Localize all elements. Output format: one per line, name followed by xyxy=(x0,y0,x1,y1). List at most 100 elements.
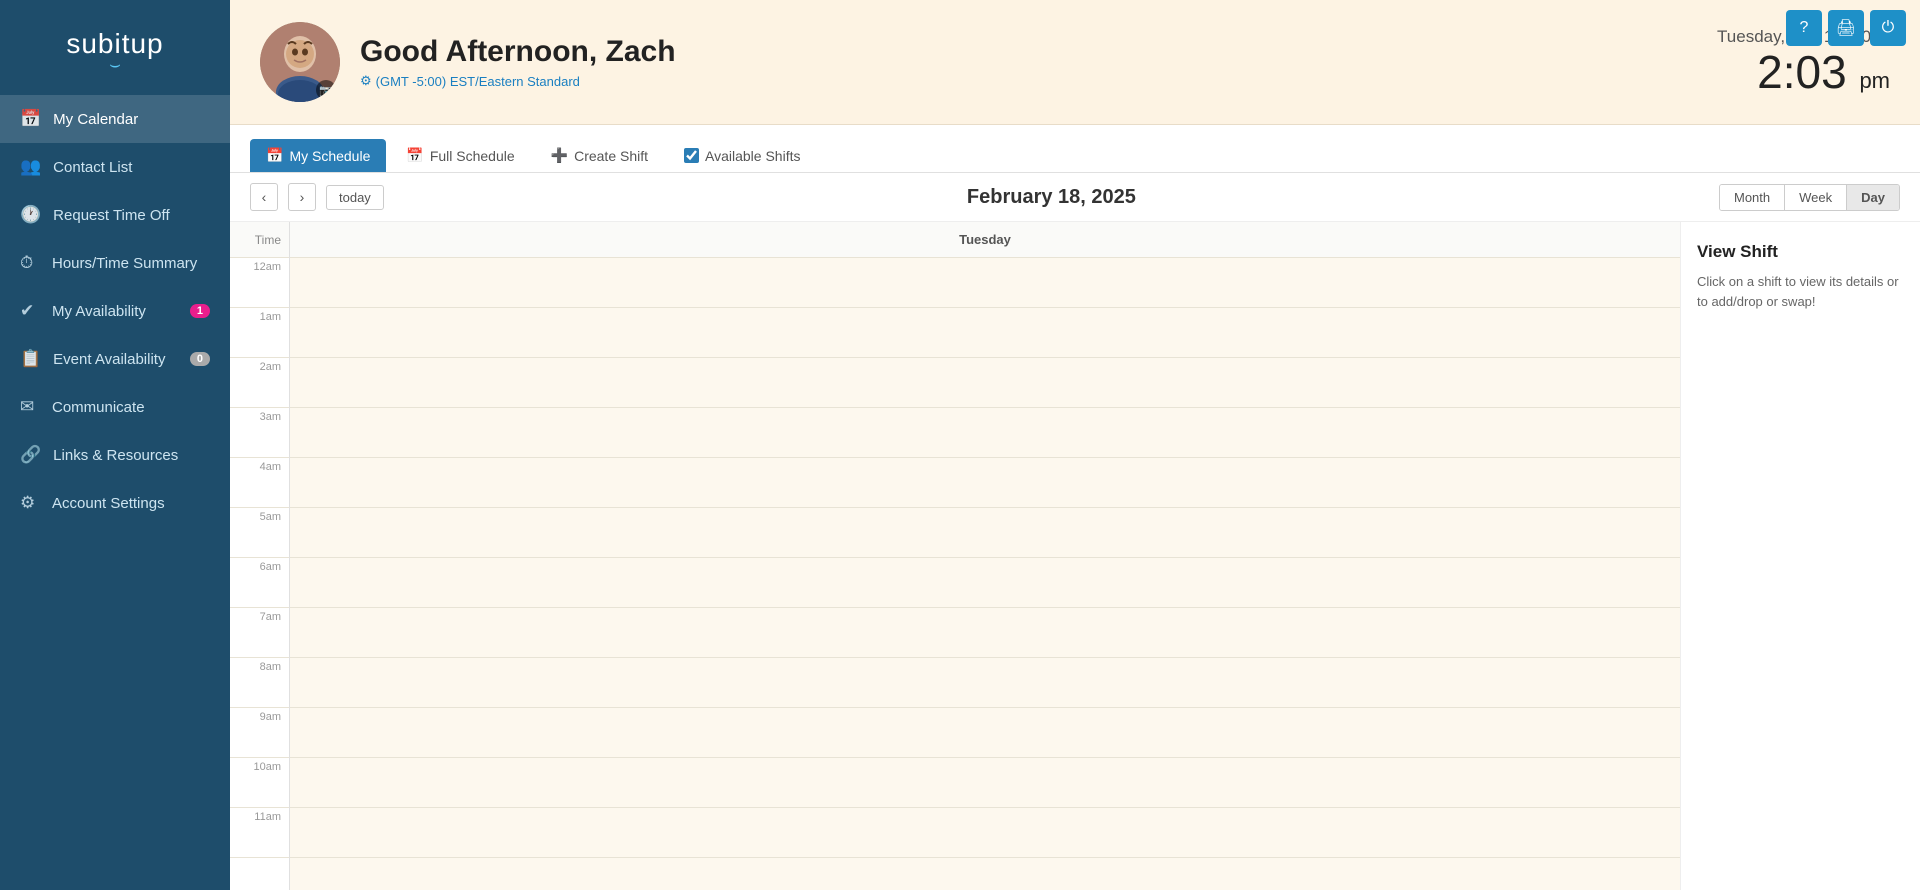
available-shifts-checkbox[interactable] xyxy=(684,148,699,163)
help-button[interactable]: ? xyxy=(1786,10,1822,46)
sidebar: subitup ⌣ 📅 My Calendar 👥 Contact List 🕐Requ… xyxy=(0,0,230,890)
avatar-camera-icon[interactable]: 📷 xyxy=(316,80,336,100)
schedule-area: 📅 My Schedule 📅 Full Schedule ➕ Create S… xyxy=(230,125,1920,890)
prev-arrow[interactable]: ‹ xyxy=(250,183,278,211)
sidebar-logo: subitup ⌣ xyxy=(0,0,230,95)
time-label: Time xyxy=(255,233,281,247)
day-slot[interactable] xyxy=(290,358,1680,408)
time-slot: 9am xyxy=(230,708,289,758)
greeting-text: Good Afternoon, Zach xyxy=(360,35,676,69)
day-slots xyxy=(290,258,1680,858)
avatar-wrap: 📷 xyxy=(260,22,340,102)
sidebar-label-communicate: Communicate xyxy=(52,399,145,416)
main-content: ? 🖨 ⏻ xyxy=(230,0,1920,890)
time-slot: 2am xyxy=(230,358,289,408)
tab-my-schedule[interactable]: 📅 My Schedule xyxy=(250,139,386,172)
view-buttons: MonthWeekDay xyxy=(1719,184,1900,211)
calendar-controls: ‹ › today February 18, 2025 MonthWeekDay xyxy=(230,173,1920,222)
badge-my-availability: 1 xyxy=(190,304,210,318)
greeting-block: Good Afternoon, Zach ⚙ (GMT -5:00) EST/E… xyxy=(360,35,676,89)
communicate-icon: ✉ xyxy=(20,397,40,417)
links-resources-icon: 🔗 xyxy=(20,445,41,465)
event-availability-icon: 📋 xyxy=(20,349,41,369)
sidebar-label-hours-time-summary: Hours/Time Summary xyxy=(52,255,197,272)
today-button[interactable]: today xyxy=(326,185,384,210)
sidebar-item-my-calendar[interactable]: 📅 My Calendar xyxy=(0,95,230,143)
gear-icon: ⚙ xyxy=(360,73,372,89)
day-slot[interactable] xyxy=(290,308,1680,358)
available-shifts-checkbox-label[interactable]: Available Shifts xyxy=(668,139,816,172)
contact-list-icon: 👥 xyxy=(20,157,41,177)
sidebar-nav: 📅 My Calendar 👥 Contact List 🕐Request Time O… xyxy=(0,95,230,527)
time-slot: 12am xyxy=(230,258,289,308)
hours-time-summary-icon: ⏱ xyxy=(20,253,40,273)
badge-event-availability: 0 xyxy=(190,352,210,366)
sidebar-label-my-calendar: My Calendar xyxy=(53,111,138,128)
sidebar-item-contact-list[interactable]: 👥 Contact List xyxy=(0,143,230,191)
tab-full-schedule[interactable]: 📅 Full Schedule xyxy=(390,139,530,172)
sidebar-item-request-time-off[interactable]: 🕐Request Time Off xyxy=(0,191,230,239)
sidebar-item-account-settings[interactable]: ⚙ Account Settings xyxy=(0,479,230,527)
time-slot: 3am xyxy=(230,408,289,458)
tabs-bar: 📅 My Schedule 📅 Full Schedule ➕ Create S… xyxy=(230,125,1920,173)
timezone-label: (GMT -5:00) EST/Eastern Standard xyxy=(376,74,580,89)
day-slot[interactable] xyxy=(290,258,1680,308)
view-btn-day[interactable]: Day xyxy=(1847,185,1899,210)
sidebar-item-event-availability[interactable]: 📋 Event Availability 0 xyxy=(0,335,230,383)
time-header: Time xyxy=(230,222,289,258)
time-slots: 12am1am2am3am4am5am6am7am8am9am10am11am xyxy=(230,258,289,858)
time-slot: 11am xyxy=(230,808,289,858)
calendar-date-title: February 18, 2025 xyxy=(394,186,1709,209)
my-availability-icon: ✔ xyxy=(20,301,40,321)
account-settings-icon: ⚙ xyxy=(20,493,40,513)
sidebar-item-my-availability[interactable]: ✔ My Availability 1 xyxy=(0,287,230,335)
header-left: 📷 Good Afternoon, Zach ⚙ (GMT -5:00) EST… xyxy=(260,22,676,102)
time-slot: 8am xyxy=(230,658,289,708)
topbar: ? 🖨 ⏻ xyxy=(1786,10,1906,46)
time-slot: 6am xyxy=(230,558,289,608)
day-slot[interactable] xyxy=(290,608,1680,658)
print-button[interactable]: 🖨 xyxy=(1828,10,1864,46)
sidebar-label-request-time-off: Request Time Off xyxy=(53,207,169,224)
day-column: Tuesday xyxy=(290,222,1680,890)
sidebar-item-hours-time-summary[interactable]: ⏱ Hours/Time Summary xyxy=(0,239,230,287)
calendar-body: Time 12am1am2am3am4am5am6am7am8am9am10am… xyxy=(230,222,1920,890)
current-time: 2:03 pm xyxy=(1717,47,1890,98)
view-shift-description: Click on a shift to view its details or … xyxy=(1697,272,1904,311)
plus-icon: ➕ xyxy=(551,147,568,164)
tab-create-shift[interactable]: ➕ Create Shift xyxy=(535,139,664,172)
calendar-grid[interactable]: Time 12am1am2am3am4am5am6am7am8am9am10am… xyxy=(230,222,1680,890)
sidebar-label-event-availability: Event Availability xyxy=(53,351,165,368)
sidebar-label-account-settings: Account Settings xyxy=(52,495,165,512)
view-shift-title: View Shift xyxy=(1697,242,1904,262)
timezone-link[interactable]: ⚙ (GMT -5:00) EST/Eastern Standard xyxy=(360,73,676,89)
calendar-icon: 📅 xyxy=(266,147,283,164)
day-slot[interactable] xyxy=(290,808,1680,858)
time-slot: 5am xyxy=(230,508,289,558)
day-header: Tuesday xyxy=(290,222,1680,258)
right-panel: View Shift Click on a shift to view its … xyxy=(1680,222,1920,890)
day-slot[interactable] xyxy=(290,508,1680,558)
available-shifts-label: Available Shifts xyxy=(705,148,800,164)
sidebar-label-my-availability: My Availability xyxy=(52,303,146,320)
power-button[interactable]: ⏻ xyxy=(1870,10,1906,46)
sidebar-label-links-resources: Links & Resources xyxy=(53,447,178,464)
day-slot[interactable] xyxy=(290,558,1680,608)
sidebar-label-contact-list: Contact List xyxy=(53,159,132,176)
my-calendar-icon: 📅 xyxy=(20,109,41,129)
day-slot[interactable] xyxy=(290,708,1680,758)
time-column: Time 12am1am2am3am4am5am6am7am8am9am10am… xyxy=(230,222,290,890)
next-arrow[interactable]: › xyxy=(288,183,316,211)
sidebar-item-links-resources[interactable]: 🔗 Links & Resources xyxy=(0,431,230,479)
day-slot[interactable] xyxy=(290,758,1680,808)
sidebar-item-communicate[interactable]: ✉ Communicate xyxy=(0,383,230,431)
time-slot: 10am xyxy=(230,758,289,808)
view-btn-month[interactable]: Month xyxy=(1720,185,1785,210)
day-slot[interactable] xyxy=(290,408,1680,458)
view-btn-week[interactable]: Week xyxy=(1785,185,1847,210)
day-slot[interactable] xyxy=(290,658,1680,708)
time-slot: 4am xyxy=(230,458,289,508)
calendar-icon-2: 📅 xyxy=(406,147,423,164)
day-slot[interactable] xyxy=(290,458,1680,508)
time-slot: 1am xyxy=(230,308,289,358)
